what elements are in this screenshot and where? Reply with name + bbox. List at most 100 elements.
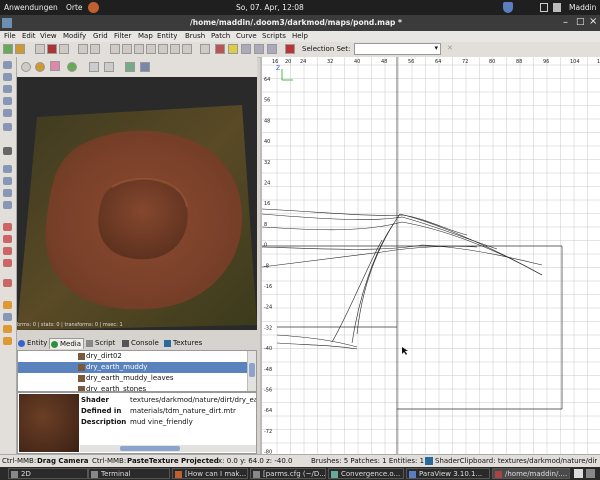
network-icon[interactable] xyxy=(540,3,548,12)
hollow-icon[interactable] xyxy=(170,44,180,54)
tool-icon[interactable] xyxy=(3,337,12,345)
tab-media[interactable]: Media xyxy=(49,338,84,349)
scrollbar-thumb[interactable] xyxy=(120,446,180,451)
texture-lock-icon[interactable] xyxy=(200,44,210,54)
menu-patch[interactable]: Patch xyxy=(211,32,230,40)
clipper-icon[interactable] xyxy=(182,44,192,54)
menu-scripts[interactable]: Scripts xyxy=(262,32,286,40)
menu-filter[interactable]: Filter xyxy=(114,32,131,40)
menu-help[interactable]: Help xyxy=(292,32,308,40)
new-map-icon[interactable] xyxy=(3,44,13,54)
tool-icon[interactable] xyxy=(3,301,12,309)
rotate-mode-icon[interactable] xyxy=(254,44,264,54)
rotate-y-icon[interactable] xyxy=(78,44,88,54)
close-icon[interactable]: × xyxy=(589,16,597,27)
tool-icon[interactable] xyxy=(3,313,12,321)
minimize-icon[interactable]: – xyxy=(563,17,568,28)
list-item[interactable]: dry_earth_muddy_leaves xyxy=(18,373,248,384)
menu-entity[interactable]: Entity xyxy=(157,32,177,40)
menu-curve[interactable]: Curve xyxy=(236,32,257,40)
far-clip-out-icon[interactable] xyxy=(140,62,150,72)
camera-view-icon[interactable] xyxy=(215,44,225,54)
tool-icon[interactable] xyxy=(3,123,12,131)
app-icon[interactable] xyxy=(2,18,12,28)
task-darkradiant[interactable]: /home/maddin/.... xyxy=(492,468,570,479)
tool-icon[interactable] xyxy=(3,85,12,93)
select-inside-icon[interactable] xyxy=(122,44,132,54)
tab-console[interactable]: Console xyxy=(121,338,163,349)
workspace-switcher-icon[interactable] xyxy=(574,469,583,478)
scrollbar-thumb[interactable] xyxy=(249,363,255,377)
tool-icon[interactable] xyxy=(3,325,12,333)
region-icon[interactable] xyxy=(285,44,295,54)
list-item[interactable]: dry_dirt02 xyxy=(18,351,248,362)
tool-icon[interactable] xyxy=(3,247,12,255)
open-map-icon[interactable] xyxy=(15,44,25,54)
tool-icon[interactable] xyxy=(3,201,12,209)
user-menu[interactable]: Maddin xyxy=(569,3,596,12)
render-wireframe-icon[interactable] xyxy=(21,62,31,72)
tool-icon[interactable] xyxy=(3,109,12,117)
menu-view[interactable]: View xyxy=(40,32,57,40)
menu-brush[interactable]: Brush xyxy=(185,32,205,40)
tool-icon[interactable] xyxy=(3,279,12,287)
light-icon[interactable] xyxy=(228,44,238,54)
list-item[interactable]: dry_earth_stones xyxy=(18,384,248,391)
render-textured-icon[interactable] xyxy=(50,61,60,71)
task-2d[interactable]: 2D xyxy=(8,468,88,479)
clock[interactable]: So, 07. Apr, 12:08 xyxy=(236,3,304,12)
task-browser[interactable]: [How can I mak... xyxy=(172,468,248,479)
tab-textures[interactable]: Textures xyxy=(163,338,208,349)
menu-edit[interactable]: Edit xyxy=(22,32,36,40)
shield-icon[interactable] xyxy=(503,2,513,13)
tool-icon[interactable] xyxy=(3,177,12,185)
task-editor[interactable]: [parms.cfg (~/D... xyxy=(250,468,326,479)
rotate-x-icon[interactable] xyxy=(59,44,69,54)
tool-icon[interactable] xyxy=(3,235,12,243)
menu-grid[interactable]: Grid xyxy=(93,32,108,40)
rotate-z-icon[interactable] xyxy=(90,44,100,54)
csg-subtract-icon[interactable] xyxy=(146,44,156,54)
scale-mode-icon[interactable] xyxy=(267,44,277,54)
tool-icon[interactable] xyxy=(3,223,12,231)
list-item[interactable]: dry_earth_muddy xyxy=(18,362,248,373)
maximize-icon[interactable]: □ xyxy=(576,17,585,27)
tool-icon[interactable] xyxy=(3,189,12,197)
tool-icon[interactable] xyxy=(3,97,12,105)
tool-icon[interactable] xyxy=(3,61,12,69)
selection-set-dropdown[interactable]: ▾ xyxy=(354,43,441,55)
places-menu[interactable]: Orte xyxy=(66,3,83,12)
render-lighting-icon[interactable] xyxy=(67,62,77,72)
tab-entity[interactable]: Entity xyxy=(17,338,49,349)
tool-icon[interactable] xyxy=(3,147,12,155)
ortho-viewport[interactable]: Z 16202432404856647280889610411212012813… xyxy=(260,57,600,454)
stop-icon[interactable] xyxy=(104,62,114,72)
clear-selection-set-icon[interactable]: ✕ xyxy=(447,44,453,52)
select-complete-icon[interactable] xyxy=(110,44,120,54)
media-scrollbar[interactable] xyxy=(247,351,256,391)
tab-script[interactable]: Script xyxy=(85,338,121,349)
task-terminal[interactable]: Terminal xyxy=(88,468,170,479)
info-scrollbar[interactable] xyxy=(80,445,256,452)
far-clip-in-icon[interactable] xyxy=(125,62,135,72)
menu-map[interactable]: Map xyxy=(138,32,153,40)
flip-x-icon[interactable] xyxy=(35,44,45,54)
tool-icon[interactable] xyxy=(3,73,12,81)
task-convergence[interactable]: Convergence.o... xyxy=(328,468,404,479)
translate-icon[interactable] xyxy=(241,44,251,54)
menu-modify[interactable]: Modify xyxy=(63,32,86,40)
play-icon[interactable] xyxy=(89,62,99,72)
camera-viewport[interactable] xyxy=(17,77,257,330)
tool-icon[interactable] xyxy=(3,165,12,173)
tool-icon[interactable] xyxy=(3,259,12,267)
csg-merge-icon[interactable] xyxy=(158,44,168,54)
media-tree[interactable]: dry_dirt02 dry_earth_muddy dry_earth_mud… xyxy=(17,350,257,392)
task-paraview[interactable]: ParaView 3.10.1... xyxy=(406,468,490,479)
select-touching-icon[interactable] xyxy=(134,44,144,54)
render-solid-icon[interactable] xyxy=(35,62,45,72)
power-icon[interactable] xyxy=(553,3,561,12)
browser-launcher-icon[interactable] xyxy=(88,2,99,13)
menu-file[interactable]: File xyxy=(4,32,16,40)
applications-menu[interactable]: Anwendungen xyxy=(4,3,58,12)
trash-icon[interactable] xyxy=(586,469,595,478)
